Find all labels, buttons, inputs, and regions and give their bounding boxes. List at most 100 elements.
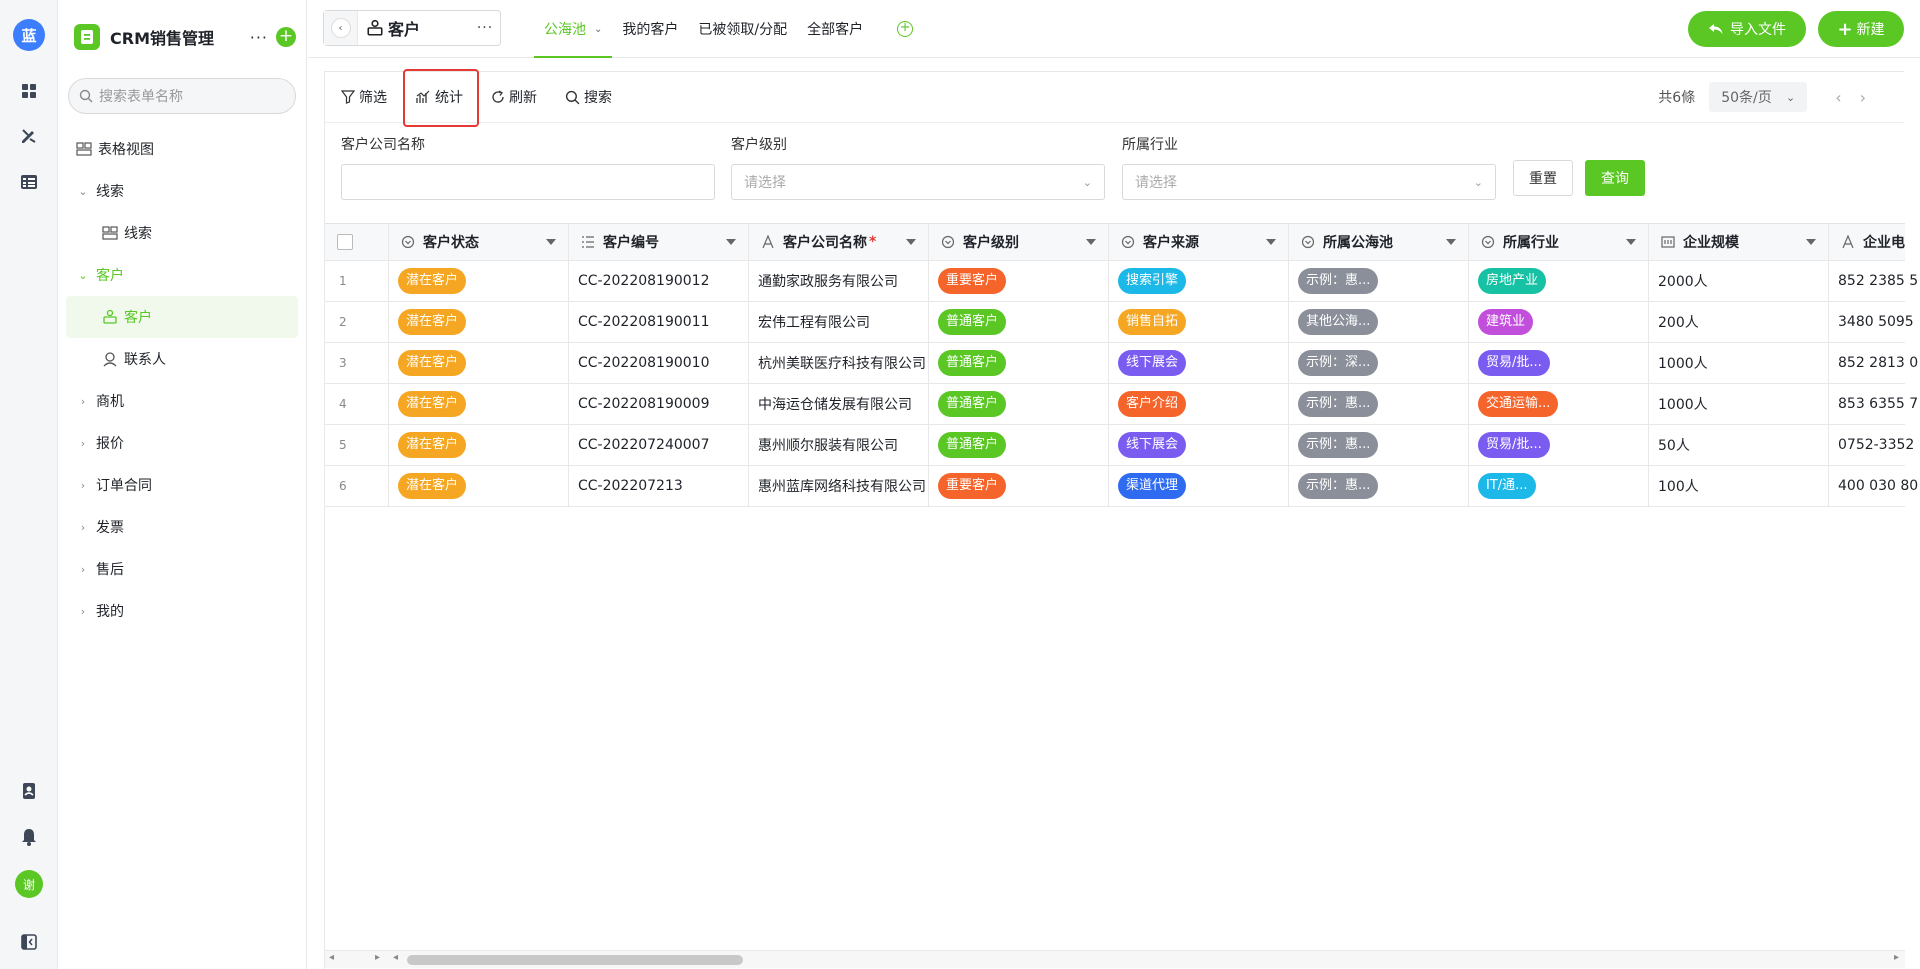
reset-button[interactable]: 重置 [1513,160,1573,196]
sidebar-item-customers[interactable]: 客户 [66,296,298,338]
scroll-left-arrow-icon[interactable]: ◂ [329,952,334,963]
header-code[interactable]: 客户编号 [569,224,749,260]
cell-phone[interactable]: 853 6355 7 [1829,384,1920,424]
cell-scale[interactable]: 1000人 [1649,384,1829,424]
cell-status[interactable]: 潜在客户 [389,466,569,506]
cell-source[interactable]: 渠道代理 [1109,466,1289,506]
cell-pool[interactable]: 其他公海... [1289,302,1469,342]
tab-public-pool[interactable]: 公海池 ⌄ [534,0,613,58]
new-record-button[interactable]: + 新建 [1818,11,1904,47]
sort-triangle-icon[interactable] [1446,239,1456,245]
cell-company[interactable]: 杭州美联医疗科技有限公司 [749,343,929,383]
tab-claimed-assigned[interactable]: 已被领取/分配 [688,0,797,58]
cell-phone[interactable]: 852 2385 5 [1829,261,1920,301]
sidebar-item-leads[interactable]: 线索 [66,212,298,254]
cell-level[interactable]: 重要客户 [929,261,1109,301]
refresh-button[interactable]: 刷新 [491,87,537,107]
cell-company[interactable]: 中海运仓储发展有限公司 [749,384,929,424]
sidebar-group-invoices[interactable]: › 发票 [66,506,298,548]
company-name-input[interactable] [341,164,715,200]
sort-triangle-icon[interactable] [546,239,556,245]
header-industry[interactable]: 所属行业 [1469,224,1649,260]
cell-industry[interactable]: 交通运输... [1469,384,1649,424]
cell-status[interactable]: 潜在客户 [389,302,569,342]
add-form-button[interactable]: + [276,27,296,47]
cell-code[interactable]: CC-202208190010 [569,343,749,383]
filter-button[interactable]: 筛选 [341,87,387,107]
table-row[interactable]: 5 潜在客户 CC-202207240007 惠州顺尔服装有限公司 普通客户 线下展会 示例… [325,425,1914,466]
scroll-left-arrow-icon[interactable]: ◂ [393,952,398,963]
workspace-logo[interactable]: 蓝 [13,19,45,51]
cell-index[interactable]: 1 [325,261,389,301]
level-select[interactable]: 请选择 ⌄ [731,164,1105,200]
cell-index[interactable]: 4 [325,384,389,424]
cell-phone[interactable]: 400 030 80 [1829,466,1920,506]
cell-index[interactable]: 2 [325,302,389,342]
cell-code[interactable]: CC-202208190012 [569,261,749,301]
cell-phone[interactable]: 852 2813 0 [1829,343,1920,383]
scroll-right-arrow-icon[interactable]: ▸ [1894,952,1899,963]
cell-industry[interactable]: 房地产业 [1469,261,1649,301]
header-level[interactable]: 客户级别 [929,224,1109,260]
form-search-input[interactable]: 搜索表单名称 [68,78,296,114]
cell-company[interactable]: 惠州顺尔服装有限公司 [749,425,929,465]
sidebar-group-orders[interactable]: › 订单合同 [66,464,298,506]
sort-triangle-icon[interactable] [906,239,916,245]
tab-all-customers[interactable]: 全部客户 [797,0,873,58]
cell-industry[interactable]: 贸易/批... [1469,343,1649,383]
table-row[interactable]: 2 潜在客户 CC-202208190011 宏伟工程有限公司 普通客户 销售自拓 其他公海… [325,302,1914,343]
cell-company[interactable]: 宏伟工程有限公司 [749,302,929,342]
cell-status[interactable]: 潜在客户 [389,425,569,465]
cell-scale[interactable]: 100人 [1649,466,1829,506]
sidebar-group-quotes[interactable]: › 报价 [66,422,298,464]
cell-level[interactable]: 普通客户 [929,384,1109,424]
cell-industry[interactable]: IT/通... [1469,466,1649,506]
cell-pool[interactable]: 示例：惠... [1289,261,1469,301]
sidebar-group-mine[interactable]: › 我的 [66,590,298,632]
sidebar-item-contacts[interactable]: 联系人 [66,338,298,380]
table-row[interactable]: 3 潜在客户 CC-202208190010 杭州美联医疗科技有限公司 普通客户 线下展会… [325,343,1918,384]
cell-pool[interactable]: 示例：惠... [1289,425,1469,465]
header-pool[interactable]: 所属公海池 [1289,224,1469,260]
add-view-button[interactable]: + [897,21,914,37]
sort-triangle-icon[interactable] [726,239,736,245]
sort-triangle-icon[interactable] [1626,239,1636,245]
cell-level[interactable]: 普通客户 [929,425,1109,465]
header-source[interactable]: 客户来源 [1109,224,1289,260]
table-row[interactable]: 6 潜在客户 CC-202207213 惠州蓝库网络科技有限公司 重要客户 渠道代理 示例：… [325,466,1918,507]
cell-source[interactable]: 线下展会 [1109,343,1289,383]
cell-scale[interactable]: 1000人 [1649,343,1829,383]
header-scale[interactable]: 企业规模 [1649,224,1829,260]
cell-level[interactable]: 重要客户 [929,466,1109,506]
cell-status[interactable]: 潜在客户 [389,343,569,383]
cell-code[interactable]: CC-202207213 [569,466,749,506]
sort-triangle-icon[interactable] [1806,239,1816,245]
cell-scale[interactable]: 200人 [1649,302,1829,342]
cell-status[interactable]: 潜在客户 [389,384,569,424]
cell-company[interactable]: 惠州蓝库网络科技有限公司 [749,466,929,506]
dashboard-icon[interactable] [19,81,39,101]
cell-code[interactable]: CC-202208190011 [569,302,749,342]
sort-triangle-icon[interactable] [1266,239,1276,245]
cell-pool[interactable]: 示例：深... [1289,343,1469,383]
design-tools-icon[interactable] [19,126,39,146]
user-avatar[interactable]: 谢 [15,870,43,898]
sidebar-group-leads[interactable]: ⌄ 线索 [66,170,298,212]
cell-code[interactable]: CC-202207240007 [569,425,749,465]
app-more-icon[interactable]: ··· [250,28,268,47]
sidebar-group-customers[interactable]: ⌄ 客户 [66,254,298,296]
table-row[interactable]: 4 潜在客户 CC-202208190009 中海运仓储发展有限公司 普通客户 客户介绍 示… [325,384,1918,425]
sidebar-item-table-view[interactable]: 表格视图 [66,128,298,170]
cell-level[interactable]: 普通客户 [929,343,1109,383]
page-size-select[interactable]: 50条/页 ⌄ [1709,82,1808,112]
cell-industry[interactable]: 贸易/批... [1469,425,1649,465]
header-status[interactable]: 客户状态 [389,224,569,260]
cell-level[interactable]: 普通客户 [929,302,1109,342]
cell-company[interactable]: 通勤家政服务有限公司 [749,261,929,301]
cell-pool[interactable]: 示例：惠... [1289,466,1469,506]
cell-index[interactable]: 3 [325,343,389,383]
horizontal-scrollbar[interactable]: ◂ ▸ ◂ ▸ [325,950,1905,968]
cell-scale[interactable]: 50人 [1649,425,1829,465]
cell-index[interactable]: 5 [325,425,389,465]
table-row[interactable]: 1 潜在客户 CC-202208190012 通勤家政服务有限公司 重要客户 搜索引擎 示例… [325,261,1918,302]
